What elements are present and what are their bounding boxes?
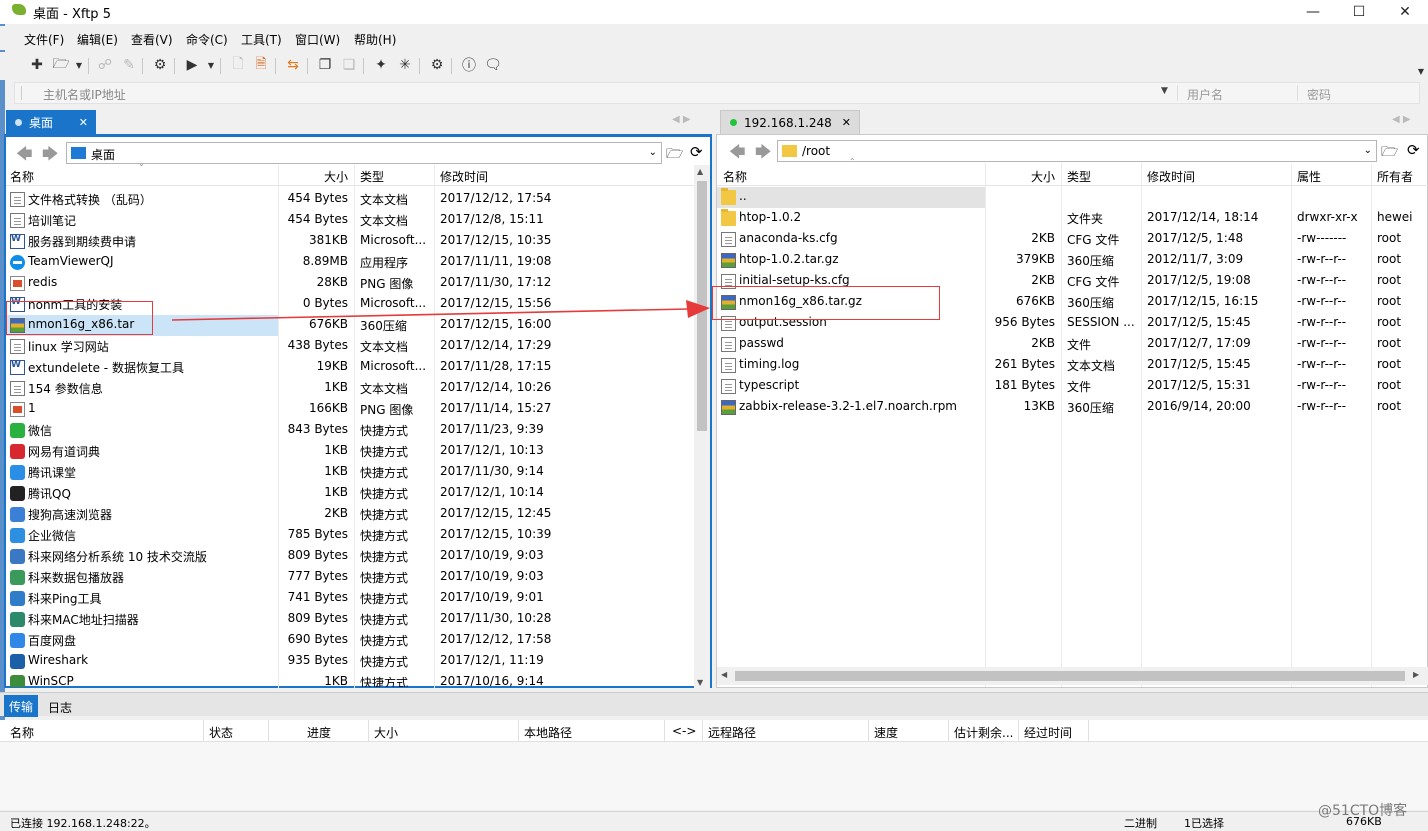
col-speed[interactable]: 速度 xyxy=(874,724,898,741)
transfer-list xyxy=(0,742,1428,810)
col-eta[interactable]: 估计剩余... xyxy=(954,724,1013,741)
tab-transfer[interactable]: 传输 xyxy=(4,695,38,717)
col-transfer-size[interactable]: 大小 xyxy=(374,724,398,741)
transfer-list-header: 名称 状态 进度 大小 本地路径 <-> 远程路径 速度 估计剩余... 经过时… xyxy=(0,720,1428,742)
col-transfer-name[interactable]: 名称 xyxy=(10,724,34,741)
tab-log[interactable]: 日志 xyxy=(48,699,72,716)
col-elapsed[interactable]: 经过时间 xyxy=(1024,724,1072,741)
col-direction[interactable]: <-> xyxy=(672,724,696,738)
col-transfer-progress[interactable]: 进度 xyxy=(307,724,331,741)
log-tabbar: 传输 日志 xyxy=(0,692,1428,717)
watermark: @51CTO博客 xyxy=(1318,803,1408,819)
col-transfer-status[interactable]: 状态 xyxy=(209,724,233,741)
col-local-path[interactable]: 本地路径 xyxy=(524,724,572,741)
col-remote-path[interactable]: 远程路径 xyxy=(708,724,756,741)
status-bar: 已连接 192.168.1.248:22。 二进制 1已选择 676KB xyxy=(0,811,1428,830)
